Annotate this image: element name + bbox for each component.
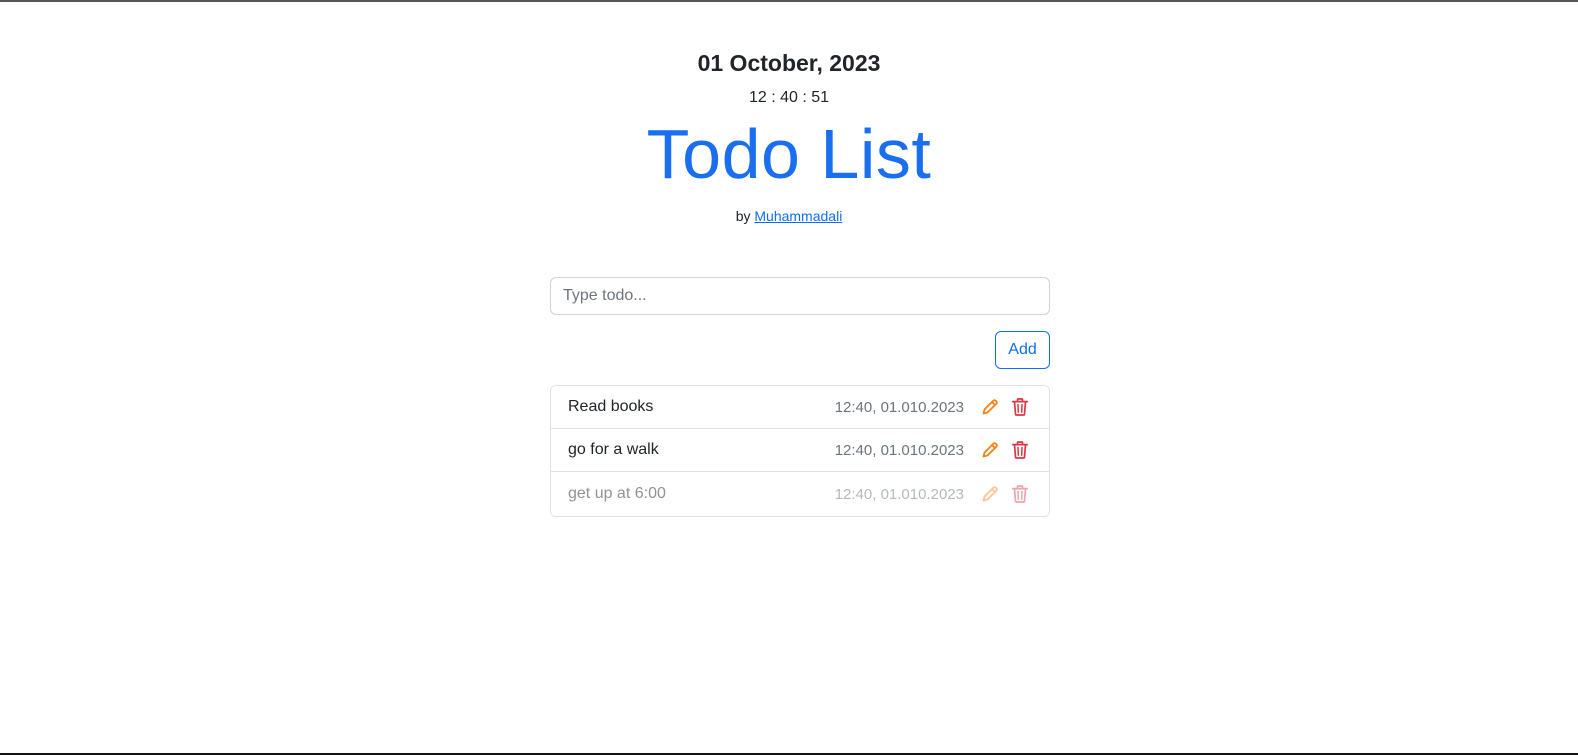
todo-item: Read books 12:40, 01.010.2023 bbox=[551, 386, 1049, 429]
byline-prefix: by bbox=[735, 208, 751, 224]
todo-item: go for a walk 12:40, 01.010.2023 bbox=[551, 429, 1049, 472]
pencil-icon[interactable] bbox=[978, 482, 1002, 506]
todo-item-completed: get up at 6:00 12:40, 01.010.2023 bbox=[551, 472, 1049, 516]
window-top-border bbox=[0, 0, 1578, 2]
pencil-icon[interactable] bbox=[978, 438, 1002, 462]
pencil-icon[interactable] bbox=[978, 395, 1002, 419]
author-link[interactable]: Muhammadali bbox=[754, 208, 842, 224]
todo-list: Read books 12:40, 01.010.2023 go for a w… bbox=[550, 385, 1050, 517]
todo-text[interactable]: go for a walk bbox=[568, 441, 835, 459]
todo-timestamp: 12:40, 01.010.2023 bbox=[834, 441, 964, 459]
page-title: Todo List bbox=[646, 115, 932, 193]
todo-text[interactable]: Read books bbox=[568, 398, 835, 416]
trash-icon[interactable] bbox=[1008, 482, 1032, 506]
trash-icon[interactable] bbox=[1008, 395, 1032, 419]
todo-timestamp: 12:40, 01.010.2023 bbox=[834, 485, 964, 503]
todo-text[interactable]: get up at 6:00 bbox=[568, 485, 835, 503]
add-button[interactable]: Add bbox=[995, 331, 1050, 369]
current-date: 01 October, 2023 bbox=[697, 50, 881, 76]
byline: by Muhammadali bbox=[0, 208, 1578, 224]
todo-timestamp: 12:40, 01.010.2023 bbox=[834, 398, 964, 416]
trash-icon[interactable] bbox=[1008, 438, 1032, 462]
current-time: 12 : 40 : 51 bbox=[748, 89, 830, 106]
todo-input[interactable] bbox=[550, 277, 1050, 315]
